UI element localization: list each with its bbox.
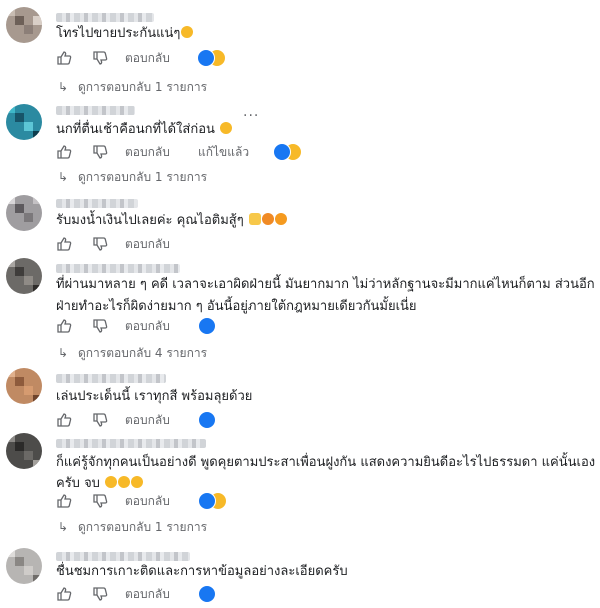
comment-text: รับมงน้ำเงินไปเลยค่ะ คุณไอติมสู้ๆ [56,209,287,233]
laughing-emoji-icon [118,476,131,488]
reaction-badge[interactable] [198,492,228,510]
reply-button[interactable]: ตอบกลับ [125,410,170,430]
like-reaction-icon [273,143,291,161]
author-name-blurred[interactable] [56,439,206,448]
thumbs-down-icon[interactable] [92,586,108,602]
view-replies-link[interactable]: ↳ ดูการตอบกลับ 1 รายการ [58,168,207,187]
avatar[interactable] [6,7,42,43]
like-reaction-icon [198,411,216,429]
author-name-blurred[interactable] [56,106,135,115]
view-replies-link[interactable]: ↳ ดูการตอบกลับ 1 รายการ [58,518,207,537]
thumbs-down-icon[interactable] [92,144,108,160]
comment-actions: ตอบกลับ [56,491,356,511]
laughing-emoji-icon [181,26,194,38]
reply-button[interactable]: ตอบกลับ [125,491,170,511]
comment-text: นกที่ตื่นเช้าคือนกที่ได้ใส่ก่อน [56,118,233,142]
reaction-badge[interactable] [198,317,216,335]
like-reaction-icon [198,585,216,603]
reaction-badge[interactable] [197,49,227,67]
thumbs-up-icon[interactable] [56,412,72,428]
thumbs-up-icon[interactable] [56,50,72,66]
thumbs-down-icon[interactable] [92,412,108,428]
reply-arrow-icon: ↳ [58,170,69,184]
reaction-badge[interactable] [273,143,303,161]
reply-button[interactable]: ตอบกลับ [125,142,170,162]
reaction-badge[interactable] [198,411,216,429]
reply-button[interactable]: ตอบกลับ [125,234,170,254]
comment-text: เล่นประเด็นนี้ เราทุกสี พร้อมลุยด้วย [56,389,253,404]
thumbs-up-icon[interactable] [56,144,72,160]
comment-text: โทรไปขายประกันแน่ๆ [56,22,194,46]
like-reaction-icon [197,49,215,67]
tangerine-emoji-icon [274,213,287,225]
author-name-blurred[interactable] [56,264,180,273]
reply-arrow-icon: ↳ [58,346,69,360]
comment-text-line-1: ที่ผ่านมาหลาย ๆ คดี เวลาจะเอาผิดฝ่ายนี้ … [56,277,595,292]
view-replies-link[interactable]: ↳ ดูการตอบกลับ 4 รายการ [58,344,207,363]
comment-actions: ตอบกลับ [56,410,356,430]
thumbs-down-icon[interactable] [92,236,108,252]
author-name-blurred[interactable] [56,13,154,22]
edited-label: แก้ไขแล้ว [198,145,250,159]
more-options-icon[interactable]: ··· [243,108,259,124]
comment-actions: ตอบกลับ [56,316,356,336]
reply-button[interactable]: ตอบกลับ [125,584,170,604]
view-replies-link[interactable]: ↳ ดูการตอบกลับ 1 รายการ [58,78,207,97]
smile-emoji-icon [220,122,233,134]
thumbs-up-icon[interactable] [56,236,72,252]
comment-text: ชื่นชมการเกาะติดและการหาข้อมูลอย่างละเอี… [56,564,348,579]
laughing-emoji-icon [131,476,144,488]
avatar[interactable] [6,433,42,469]
avatar[interactable] [6,195,42,231]
reply-arrow-icon: ↳ [58,520,69,534]
author-name-blurred[interactable] [56,199,138,208]
avatar[interactable] [6,368,42,404]
reply-button[interactable]: ตอบกลับ [125,316,170,336]
comment-actions: ตอบกลับ [56,584,356,604]
comment-actions: ตอบกลับ [56,48,356,68]
author-name-blurred[interactable] [56,374,166,383]
avatar[interactable] [6,258,42,294]
thumbs-up-icon[interactable] [56,493,72,509]
avatar[interactable] [6,548,42,584]
thumbs-down-icon[interactable] [92,318,108,334]
orange-heart-emoji-icon [261,213,274,225]
thumbs-up-icon[interactable] [56,318,72,334]
victory-hand-emoji-icon [248,213,261,225]
thumbs-up-icon[interactable] [56,586,72,602]
reaction-badge[interactable] [198,585,216,603]
reply-button[interactable]: ตอบกลับ [125,48,170,68]
thumbs-down-icon[interactable] [92,50,108,66]
thumbs-down-icon[interactable] [92,493,108,509]
comment-actions: ตอบกลับ แก้ไขแล้ว [56,142,356,162]
avatar[interactable] [6,104,42,140]
laughing-emoji-icon [105,476,118,488]
reply-arrow-icon: ↳ [58,80,69,94]
comment-actions: ตอบกลับ [56,234,356,254]
like-reaction-icon [198,492,216,510]
like-reaction-icon [198,317,216,335]
